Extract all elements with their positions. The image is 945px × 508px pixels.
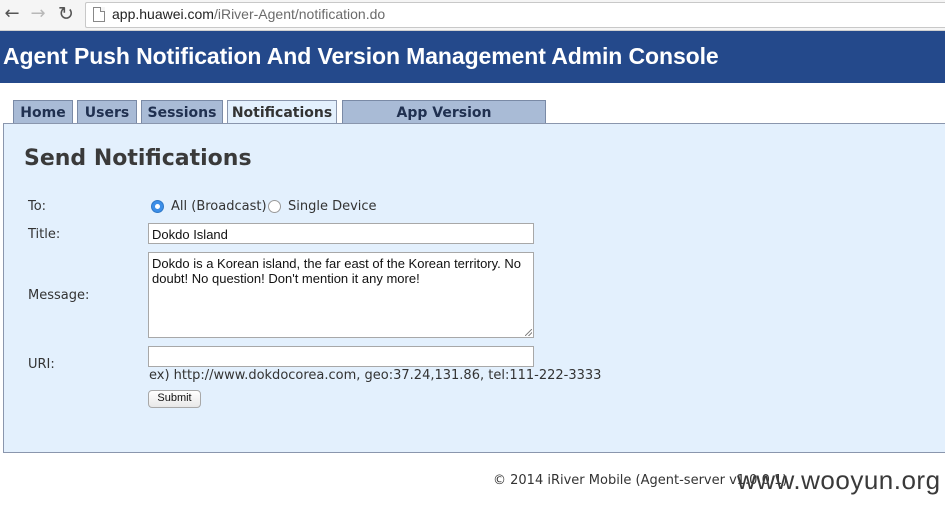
uri-hint: ex) http://www.dokdocorea.com, geo:37.24… [149,368,602,383]
tab-sessions[interactable]: Sessions [141,100,223,123]
browser-toolbar: ← → ↻ app.huawei.com/iRiver-Agent/notifi… [0,0,945,31]
radio-single-device[interactable] [268,200,281,213]
submit-button[interactable]: Submit [148,390,201,408]
app-title: Agent Push Notification And Version Mana… [3,43,719,69]
notification-panel: Send Notifications To: All (Broadcast) S… [3,123,945,453]
title-input-value: Dokdo Island [152,227,228,242]
url-text: app.huawei.com/iRiver-Agent/notification… [112,6,385,22]
address-bar[interactable]: app.huawei.com/iRiver-Agent/notification… [85,2,945,28]
back-arrow-icon[interactable]: ← [2,4,22,24]
url-host: app.huawei.com [112,6,214,22]
title-label: Title: [28,227,61,242]
page-title: Send Notifications [24,146,252,171]
tab-app-version-management[interactable]: App Version Managemant [342,100,546,145]
header-banner: Agent Push Notification And Version Mana… [0,31,945,83]
radio-single-device-label[interactable]: Single Device [288,199,377,214]
message-textarea-value: Dokdo is a Korean island, the far east o… [152,256,522,286]
uri-label: URI: [28,357,55,372]
tab-notifications[interactable]: Notifications [227,100,337,125]
radio-all-broadcast-label[interactable]: All (Broadcast) [171,199,267,214]
tab-users[interactable]: Users [77,100,137,123]
page-icon [93,7,105,22]
forward-arrow-icon[interactable]: → [28,4,48,24]
url-path: /iRiver-Agent/notification.do [213,6,386,22]
message-textarea[interactable]: Dokdo is a Korean island, the far east o… [148,252,534,338]
radio-all-broadcast[interactable] [151,200,164,213]
message-label: Message: [28,288,90,303]
resize-handle-icon[interactable] [525,329,532,336]
title-input[interactable]: Dokdo Island [148,223,534,244]
reload-icon[interactable]: ↻ [56,4,76,24]
to-label: To: [28,199,47,214]
watermark: www.wooyun.org [737,465,941,495]
tab-home[interactable]: Home [13,100,73,123]
uri-input[interactable] [148,346,534,367]
